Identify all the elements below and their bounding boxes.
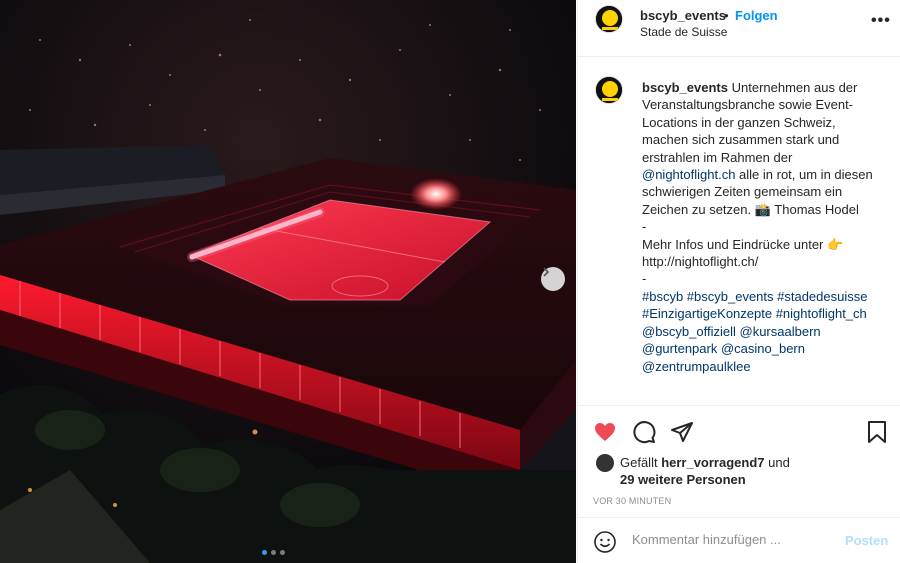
post-header: bscyb_events • Folgen Stade de Suisse ••… bbox=[578, 0, 900, 57]
others-likes-link[interactable]: 29 weitere Personen bbox=[620, 471, 790, 488]
next-image-button[interactable] bbox=[541, 267, 565, 291]
liked-by-prefix: Gefällt bbox=[620, 455, 662, 470]
caption-dash: - bbox=[642, 271, 647, 287]
yb-logo-icon bbox=[596, 77, 622, 103]
yb-logo-icon bbox=[596, 6, 622, 32]
caption-area[interactable]: bscyb_events Unternehmen aus der Veranst… bbox=[578, 58, 900, 404]
emoji-icon[interactable] bbox=[594, 531, 616, 553]
follow-button[interactable]: Folgen bbox=[735, 8, 778, 23]
post-timestamp[interactable]: VOR 30 MINUTEN bbox=[593, 496, 671, 506]
caption-username[interactable]: bscyb_events bbox=[642, 80, 728, 95]
post-details-panel: bscyb_events • Folgen Stade de Suisse ••… bbox=[577, 0, 900, 563]
more-options-button[interactable]: ••• bbox=[871, 12, 891, 30]
carousel-dot bbox=[262, 550, 267, 555]
avatar[interactable] bbox=[596, 454, 614, 472]
liked-by-user[interactable]: herr_vorragend7 bbox=[661, 455, 764, 470]
post-caption: bscyb_events Unternehmen aus der Veranst… bbox=[642, 79, 884, 375]
post-comment-button[interactable]: Posten bbox=[845, 533, 888, 548]
liked-by-suffix: und bbox=[764, 455, 790, 470]
avatar[interactable] bbox=[595, 5, 623, 33]
hashtag-links[interactable]: #bscyb #bscyb_events #stadedesuisse #Ein… bbox=[642, 288, 884, 323]
avatar[interactable] bbox=[595, 76, 623, 104]
comment-input[interactable] bbox=[632, 532, 832, 547]
caption-dash: - bbox=[642, 219, 647, 235]
bookmark-icon[interactable] bbox=[866, 420, 888, 444]
carousel-dots bbox=[262, 550, 285, 555]
chevron-right-icon bbox=[543, 267, 550, 277]
post-location[interactable]: Stade de Suisse bbox=[640, 25, 727, 39]
separator-dot: • bbox=[724, 8, 729, 23]
caption-more-info: Mehr Infos und Eindrücke unter 👉 http://… bbox=[642, 236, 844, 270]
comment-icon[interactable] bbox=[632, 420, 656, 444]
post-actions: Gefällt herr_vorragend7 und 29 weitere P… bbox=[578, 405, 900, 563]
post-username[interactable]: bscyb_events bbox=[640, 8, 726, 23]
heart-icon[interactable] bbox=[593, 420, 617, 444]
post-photo[interactable] bbox=[0, 0, 576, 563]
carousel-dot bbox=[271, 550, 276, 555]
likes-summary: Gefällt herr_vorragend7 und 29 weitere P… bbox=[596, 454, 790, 488]
carousel-dot bbox=[280, 550, 285, 555]
mention-links[interactable]: @bscyb_offiziell @kursaalbern @gurtenpar… bbox=[642, 323, 884, 375]
mention-link[interactable]: @nightoflight.ch bbox=[642, 167, 735, 182]
comment-bar: Posten bbox=[578, 517, 900, 563]
share-icon[interactable] bbox=[670, 420, 694, 444]
stadium-night-photo bbox=[0, 0, 576, 563]
